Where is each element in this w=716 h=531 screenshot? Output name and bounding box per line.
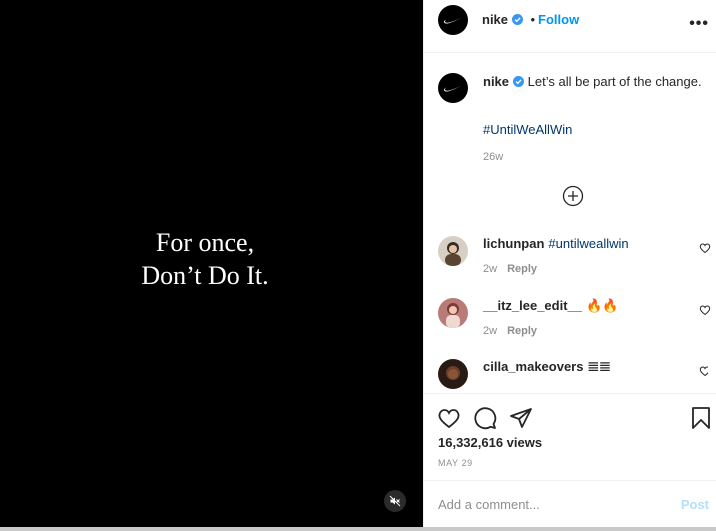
- bookmark-icon[interactable]: [689, 406, 713, 430]
- video-text-line-1: For once,: [155, 228, 255, 257]
- comment-time[interactable]: 2w: [483, 263, 497, 275]
- video-caption-overlay: For once, Don’t Do It.: [0, 226, 410, 292]
- heart-icon[interactable]: [699, 242, 711, 254]
- post-video[interactable]: For once, Don’t Do It.: [0, 0, 423, 531]
- user-avatar-icon: [438, 236, 468, 266]
- post-comment-button[interactable]: Post: [681, 497, 709, 512]
- reply-button[interactable]: Reply: [507, 325, 537, 337]
- window-bottom-edge: [0, 527, 716, 531]
- follow-button[interactable]: Follow: [538, 12, 579, 27]
- avatar[interactable]: [438, 73, 468, 103]
- post-details-panel: nike • Follow ••• nike Let’s all be part …: [423, 0, 716, 527]
- video-text-line-2: Don’t Do It.: [141, 261, 269, 290]
- caption-text: Let’s all be part of the change.: [527, 74, 702, 89]
- comment-text: 🔥🔥: [586, 298, 619, 313]
- nike-swoosh-icon: [443, 85, 462, 92]
- caption-timestamp[interactable]: 26w: [483, 151, 503, 163]
- header-separator: •: [530, 12, 536, 27]
- avatar[interactable]: [438, 359, 468, 389]
- plus-circle-icon[interactable]: [562, 185, 584, 207]
- verified-badge-icon: [513, 76, 525, 87]
- comment-username[interactable]: lichunpan: [483, 236, 544, 251]
- comment-username[interactable]: cilla_makeovers: [483, 359, 583, 374]
- comment-text: 𝌆𝌆: [587, 359, 611, 374]
- verified-badge-icon: [512, 14, 524, 25]
- comment-item: __itz_lee_edit__ 🔥🔥 2w Reply: [438, 298, 711, 338]
- nike-swoosh-icon: [443, 17, 462, 24]
- post-actions: 16,332,616 views MAY 29: [424, 393, 716, 480]
- views-count[interactable]: 16,332,616 views: [438, 435, 542, 450]
- comment-text[interactable]: #untilweallwin: [548, 236, 628, 251]
- heart-icon[interactable]: [699, 365, 708, 377]
- caption-hashtag[interactable]: #UntilWeAllWin: [483, 122, 572, 137]
- header-username[interactable]: nike: [482, 12, 508, 27]
- comment-time[interactable]: 2w: [483, 325, 497, 337]
- avatar[interactable]: [438, 236, 468, 266]
- reply-button[interactable]: Reply: [507, 263, 537, 275]
- avatar[interactable]: [438, 5, 468, 35]
- heart-icon[interactable]: [699, 304, 711, 316]
- caption-username[interactable]: nike: [483, 74, 509, 89]
- comment-text-line: __itz_lee_edit__ 🔥🔥: [483, 298, 618, 314]
- comment-text-line: lichunpan #untilweallwin: [483, 236, 629, 251]
- comment-meta: 2w Reply: [483, 263, 537, 275]
- user-avatar-icon: [438, 298, 468, 328]
- comment-icon[interactable]: [473, 406, 497, 430]
- caption-text-block: nike Let’s all be part of the change.: [483, 73, 703, 90]
- comment-text-line: cilla_makeovers 𝌆𝌆: [483, 359, 611, 375]
- post-header: nike • Follow •••: [424, 0, 716, 53]
- comment-item: cilla_makeovers 𝌆𝌆: [438, 359, 708, 393]
- avatar[interactable]: [438, 298, 468, 328]
- header-user-line: nike • Follow: [482, 11, 579, 29]
- comment-input[interactable]: [438, 494, 658, 514]
- more-options-icon[interactable]: •••: [689, 15, 709, 33]
- heart-icon[interactable]: [437, 406, 461, 430]
- post-date[interactable]: MAY 29: [438, 458, 473, 468]
- instagram-post-modal: For once, Don’t Do It. nike • Follow •••…: [0, 0, 716, 531]
- mute-toggle-button[interactable]: [384, 490, 406, 512]
- comment-item: lichunpan #untilweallwin 2w Reply: [438, 236, 711, 276]
- comment-meta: 2w Reply: [483, 325, 537, 337]
- comment-username[interactable]: __itz_lee_edit__: [483, 298, 582, 313]
- add-comment-bar: Post: [424, 480, 716, 527]
- speaker-muted-icon: [389, 495, 401, 507]
- paper-plane-icon[interactable]: [509, 406, 533, 430]
- user-avatar-icon: [438, 359, 468, 389]
